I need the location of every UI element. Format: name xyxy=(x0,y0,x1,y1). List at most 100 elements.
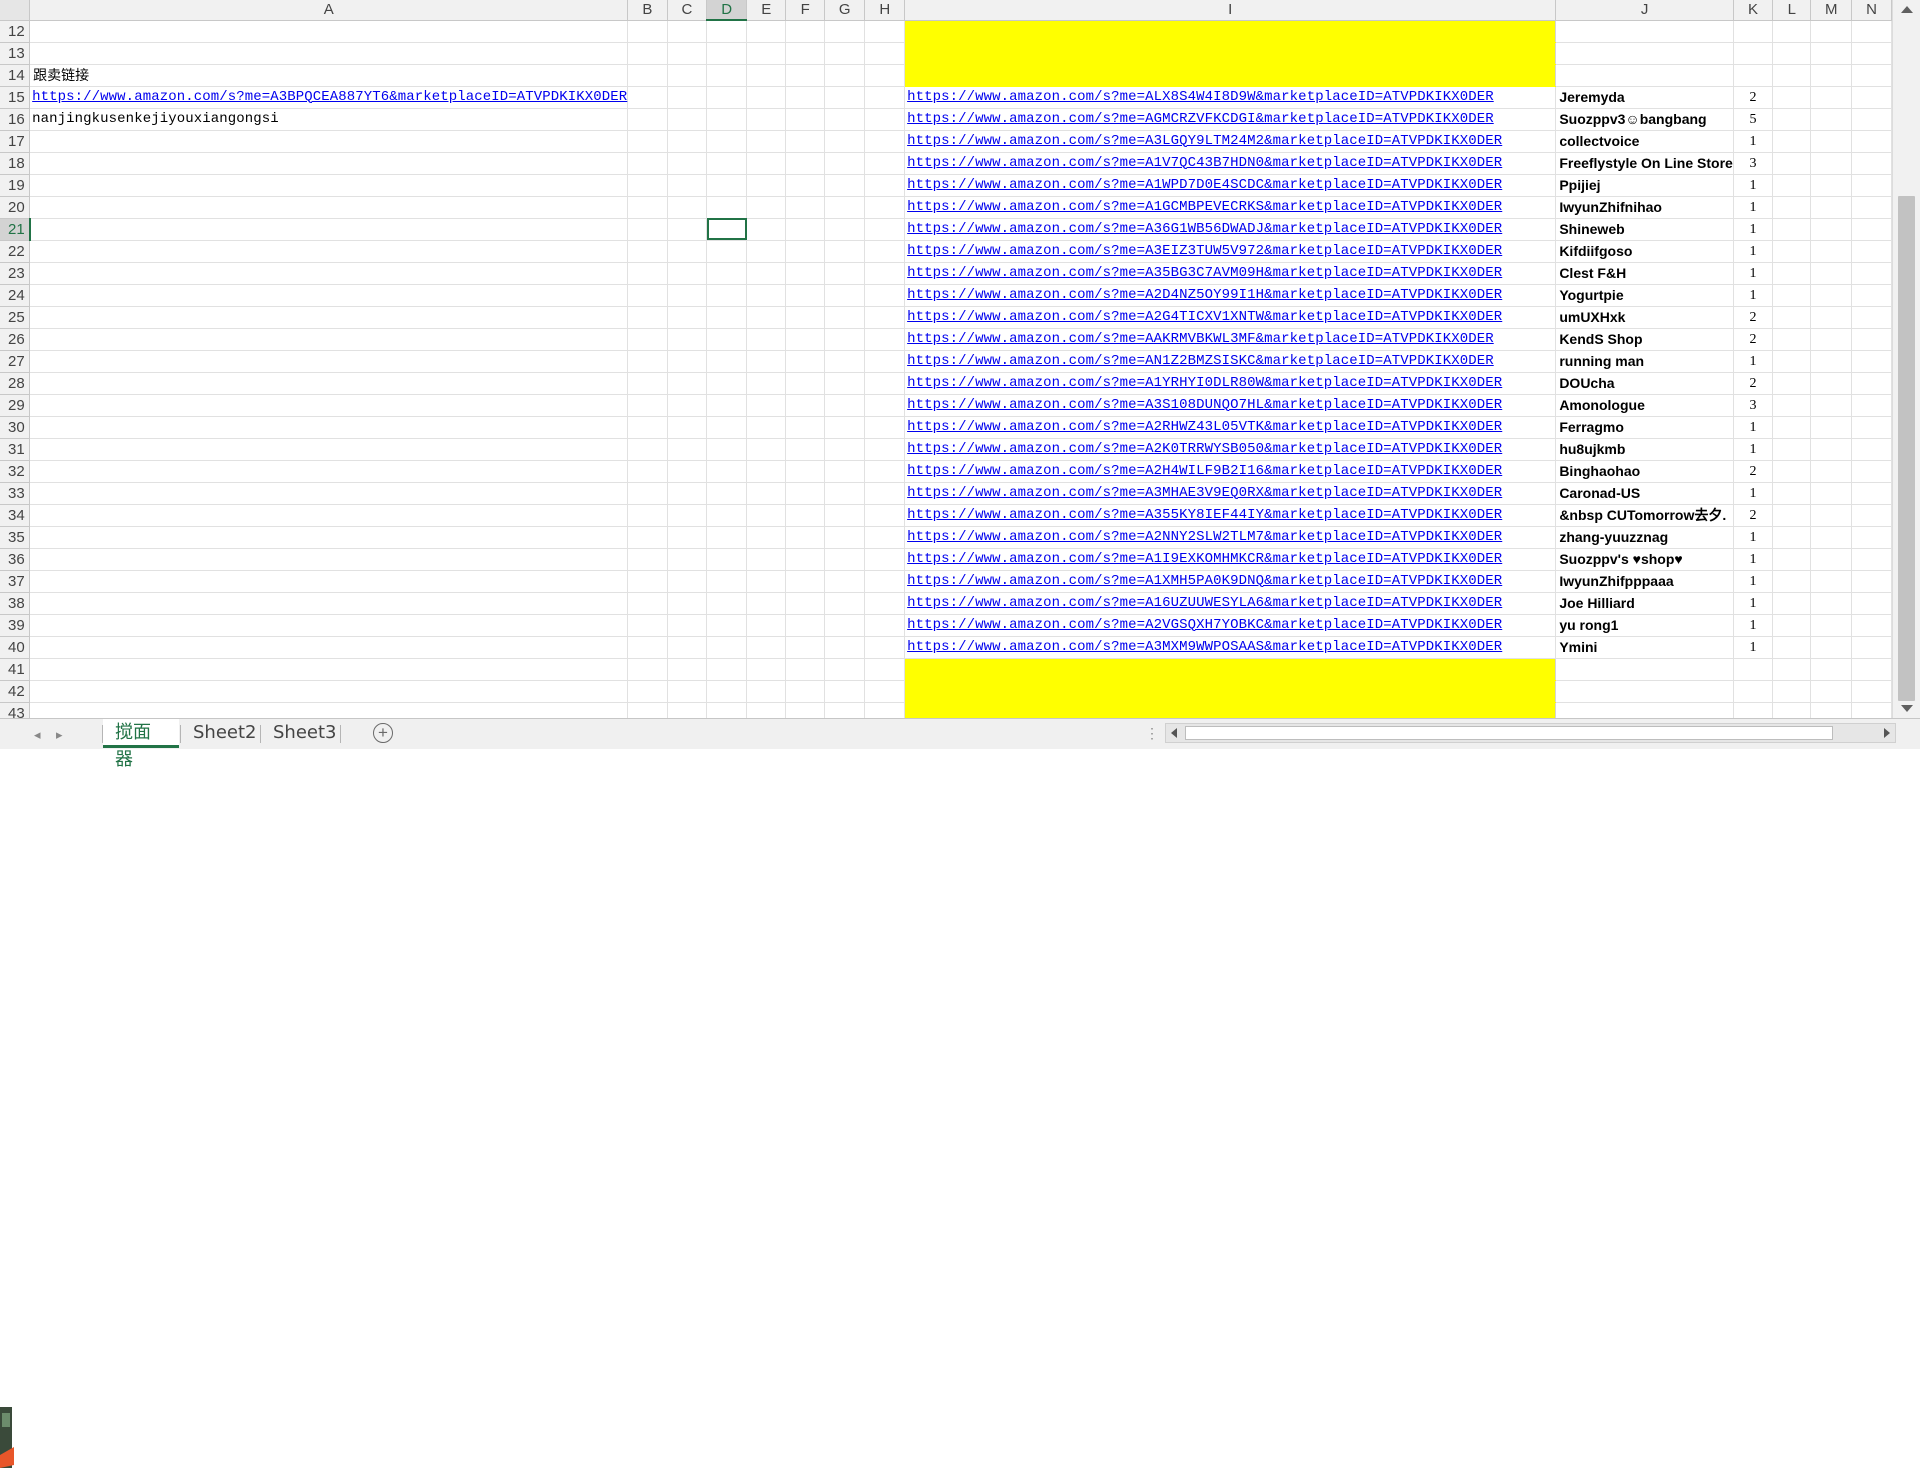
cell-e27[interactable] xyxy=(746,350,787,373)
row-header[interactable]: 40 xyxy=(0,636,31,659)
cell-g28[interactable] xyxy=(824,372,866,395)
cell-g42[interactable] xyxy=(824,680,866,703)
row-header[interactable]: 35 xyxy=(0,526,31,549)
cell-i21[interactable]: https://www.amazon.com/s?me=A36G1WB56DWA… xyxy=(904,218,1557,241)
cell-e31[interactable] xyxy=(746,438,787,461)
company-name-cell[interactable]: nanjingkusenkejiyouxiangongsi xyxy=(29,108,629,131)
cell-a25[interactable] xyxy=(29,306,629,329)
cell-m37[interactable] xyxy=(1810,570,1853,593)
cell-k12[interactable] xyxy=(1733,20,1774,43)
count-cell[interactable]: 1 xyxy=(1733,614,1774,637)
cell-f40[interactable] xyxy=(785,636,826,659)
row-header[interactable]: 26 xyxy=(0,328,31,351)
row-header[interactable]: 29 xyxy=(0,394,31,417)
cell-a43[interactable] xyxy=(29,702,629,718)
cell-j41[interactable] xyxy=(1555,658,1734,681)
cell-n26[interactable] xyxy=(1851,328,1892,351)
cell-f14[interactable] xyxy=(785,64,826,87)
cell-e37[interactable] xyxy=(746,570,787,593)
cell-c13[interactable] xyxy=(667,42,708,65)
cell-b26[interactable] xyxy=(627,328,668,351)
cell-b19[interactable] xyxy=(627,174,668,197)
scroll-right-icon[interactable] xyxy=(1884,728,1890,738)
source-store-link[interactable]: https://www.amazon.com/s?me=A3BPQCEA887Y… xyxy=(32,89,627,105)
count-cell[interactable]: 1 xyxy=(1733,636,1774,659)
cell-m40[interactable] xyxy=(1810,636,1853,659)
seller-name-cell[interactable]: &nbsp CUTomorrow去夕. xyxy=(1555,504,1734,527)
cell-d33[interactable] xyxy=(706,482,748,505)
select-all-corner[interactable] xyxy=(0,0,31,21)
cell-g38[interactable] xyxy=(824,592,866,615)
seller-name-cell[interactable]: hu8ujkmb xyxy=(1555,438,1734,461)
cell-i18[interactable]: https://www.amazon.com/s?me=A1V7QC43B7HD… xyxy=(904,152,1557,175)
cell-l30[interactable] xyxy=(1772,416,1812,439)
cell-f32[interactable] xyxy=(785,460,826,483)
cell-i12[interactable] xyxy=(904,20,1557,43)
cell-c12[interactable] xyxy=(667,20,708,43)
row-header[interactable]: 25 xyxy=(0,306,31,329)
row-header[interactable]: 13 xyxy=(0,42,31,65)
seller-link[interactable]: https://www.amazon.com/s?me=A2H4WILF9B2I… xyxy=(907,463,1502,479)
cell-a42[interactable] xyxy=(29,680,629,703)
cell-g39[interactable] xyxy=(824,614,866,637)
cell-m12[interactable] xyxy=(1810,20,1853,43)
cell-a41[interactable] xyxy=(29,658,629,681)
cell-h37[interactable] xyxy=(864,570,906,593)
cell-k13[interactable] xyxy=(1733,42,1774,65)
seller-link[interactable]: https://www.amazon.com/s?me=A2NNY2SLW2TL… xyxy=(907,529,1502,545)
cell-c40[interactable] xyxy=(667,636,708,659)
seller-link[interactable]: https://www.amazon.com/s?me=A2VGSQXH7YOB… xyxy=(907,617,1502,633)
cell-b27[interactable] xyxy=(627,350,668,373)
cell-a15[interactable]: https://www.amazon.com/s?me=A3BPQCEA887Y… xyxy=(29,86,629,109)
cell-b39[interactable] xyxy=(627,614,668,637)
cell-g36[interactable] xyxy=(824,548,866,571)
cell-l14[interactable] xyxy=(1772,64,1812,87)
cell-i19[interactable]: https://www.amazon.com/s?me=A1WPD7D0E4SC… xyxy=(904,174,1557,197)
cell-e30[interactable] xyxy=(746,416,787,439)
seller-link[interactable]: https://www.amazon.com/s?me=AN1Z2BMZSISK… xyxy=(907,353,1494,369)
cell-n43[interactable] xyxy=(1851,702,1892,718)
cell-i26[interactable]: https://www.amazon.com/s?me=AAKRMVBKWL3M… xyxy=(904,328,1557,351)
cell-i15[interactable]: https://www.amazon.com/s?me=ALX8S4W4I8D9… xyxy=(904,86,1557,109)
row-header[interactable]: 14 xyxy=(0,64,31,87)
cell-c15[interactable] xyxy=(667,86,708,109)
seller-name-cell[interactable]: collectvoice xyxy=(1555,130,1734,153)
cell-l33[interactable] xyxy=(1772,482,1812,505)
cell-g18[interactable] xyxy=(824,152,866,175)
tab-next-icon[interactable]: ▸ xyxy=(56,727,63,743)
cell-h25[interactable] xyxy=(864,306,906,329)
cell-g27[interactable] xyxy=(824,350,866,373)
cell-l15[interactable] xyxy=(1772,86,1812,109)
cell-h20[interactable] xyxy=(864,196,906,219)
cell-k43[interactable] xyxy=(1733,702,1774,718)
cell-l40[interactable] xyxy=(1772,636,1812,659)
vertical-scroll-thumb[interactable] xyxy=(1898,196,1915,701)
column-header-g[interactable]: G xyxy=(824,0,866,21)
cell-b17[interactable] xyxy=(627,130,668,153)
cell-l27[interactable] xyxy=(1772,350,1812,373)
row-header[interactable]: 20 xyxy=(0,196,31,219)
cell-a19[interactable] xyxy=(29,174,629,197)
cell-a37[interactable] xyxy=(29,570,629,593)
cell-m35[interactable] xyxy=(1810,526,1853,549)
seller-name-cell[interactable]: Shineweb xyxy=(1555,218,1734,241)
count-cell[interactable]: 1 xyxy=(1733,416,1774,439)
cell-c34[interactable] xyxy=(667,504,708,527)
cell-f31[interactable] xyxy=(785,438,826,461)
cell-a34[interactable] xyxy=(29,504,629,527)
cell-g12[interactable] xyxy=(824,20,866,43)
row-header[interactable]: 34 xyxy=(0,504,31,527)
row-header[interactable]: 39 xyxy=(0,614,31,637)
cell-h38[interactable] xyxy=(864,592,906,615)
cell-b24[interactable] xyxy=(627,284,668,307)
row-header[interactable]: 43 xyxy=(0,702,31,718)
cell-b16[interactable] xyxy=(627,108,668,131)
cell-a26[interactable] xyxy=(29,328,629,351)
cell-f25[interactable] xyxy=(785,306,826,329)
cell-h33[interactable] xyxy=(864,482,906,505)
cell-c23[interactable] xyxy=(667,262,708,285)
cell-c17[interactable] xyxy=(667,130,708,153)
cell-i24[interactable]: https://www.amazon.com/s?me=A2D4NZ5OY99I… xyxy=(904,284,1557,307)
row-header[interactable]: 28 xyxy=(0,372,31,395)
cell-d28[interactable] xyxy=(706,372,748,395)
